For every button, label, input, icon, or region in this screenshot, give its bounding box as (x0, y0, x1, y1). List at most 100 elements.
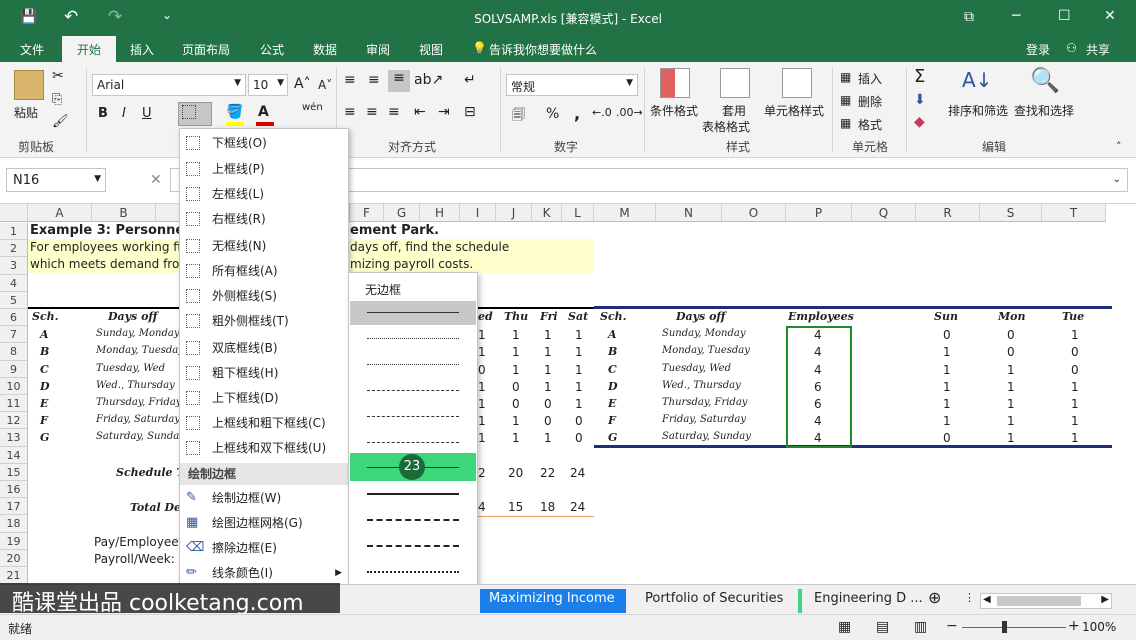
sun-cell[interactable]: 1 (943, 363, 951, 377)
clear-icon[interactable]: ◆ (914, 114, 925, 130)
cut-icon[interactable]: ✂ (52, 68, 64, 84)
normal-view-icon[interactable]: ▦ (838, 619, 851, 635)
left-wed-cell[interactable]: 1 (478, 414, 486, 428)
left-fri-cell[interactable]: 1 (544, 380, 552, 394)
orientation-icon[interactable]: ab↗ (414, 72, 443, 88)
column-header-a[interactable]: A (28, 204, 92, 222)
delete-cells-button[interactable]: 删除 (858, 93, 882, 110)
left-fri-cell[interactable]: 1 (544, 431, 552, 445)
sort-filter-icon[interactable]: A↓ (962, 68, 992, 92)
left-wed-cell[interactable]: 0 (478, 363, 486, 377)
row-header-3[interactable]: 3 (0, 257, 28, 275)
insert-cells-icon[interactable]: ▦ (840, 70, 851, 84)
schedule-total-cell[interactable]: 20 (508, 466, 523, 480)
menu-item-right-border[interactable]: 右框线(R) (180, 207, 348, 231)
line-style-hair[interactable] (367, 338, 459, 339)
tue-cell[interactable]: 1 (1071, 380, 1079, 394)
employees-cell[interactable]: 4 (814, 345, 822, 359)
schedule-total-cell[interactable]: 22 (540, 466, 555, 480)
find-select-icon[interactable]: 🔍 (1030, 66, 1060, 94)
column-header-k[interactable]: K (532, 204, 562, 222)
line-style-medium[interactable] (367, 493, 459, 495)
column-header-f[interactable]: F (350, 204, 384, 222)
left-fri-cell[interactable]: 0 (544, 414, 552, 428)
sun-cell[interactable]: 0 (943, 431, 951, 445)
left-wed-cell[interactable]: 1 (478, 345, 486, 359)
right-days-cell[interactable]: Tuesday, Wed (662, 363, 731, 374)
number-format-select[interactable]: 常规 ▼ (506, 74, 638, 96)
column-header-l[interactable]: L (562, 204, 594, 222)
font-name-select[interactable]: Arial ▼ (92, 74, 246, 96)
increase-decimal-icon[interactable]: ←.0 (592, 106, 612, 119)
increase-indent-icon[interactable]: ⇥ (438, 104, 450, 120)
left-sch-cell[interactable]: E (40, 397, 48, 410)
conditional-format-icon[interactable] (660, 68, 690, 98)
tue-cell[interactable]: 1 (1071, 431, 1079, 445)
column-header-o[interactable]: O (722, 204, 786, 222)
right-days-cell[interactable]: Thursday, Friday (662, 397, 747, 408)
fill-icon[interactable]: ⬇ (914, 92, 926, 108)
merge-center-icon[interactable]: ⊟ (464, 104, 476, 120)
italic-icon[interactable]: I (122, 106, 126, 121)
menu-item-top-double-bottom-border[interactable]: 上框线和双下框线(U) (180, 436, 348, 460)
left-fri-cell[interactable]: 1 (544, 363, 552, 377)
left-sat-cell[interactable]: 1 (575, 363, 583, 377)
row-header-20[interactable]: 20 (0, 549, 28, 567)
horizontal-scrollbar[interactable]: ◀ ▶ (980, 593, 1112, 609)
menu-item-double-bottom-border[interactable]: 双底框线(B) (180, 336, 348, 360)
tue-cell[interactable]: 0 (1071, 363, 1079, 377)
menu-item-bottom-border[interactable]: 下框线(O) (180, 131, 348, 155)
cell-styles-button[interactable]: 单元格样式 (764, 102, 824, 119)
mon-cell[interactable]: 0 (1007, 328, 1015, 342)
zoom-slider-track[interactable] (962, 627, 1066, 628)
autosum-icon[interactable]: Σ (914, 66, 925, 87)
zoom-slider-thumb[interactable] (1002, 621, 1007, 633)
mon-cell[interactable]: 1 (1007, 380, 1015, 394)
column-header-j[interactable]: J (496, 204, 532, 222)
line-style-medium-dashed[interactable] (367, 519, 459, 521)
right-days-cell[interactable]: Monday, Tuesday (662, 345, 750, 356)
sun-cell[interactable]: 0 (943, 328, 951, 342)
left-fri-cell[interactable]: 1 (544, 328, 552, 342)
left-thu-cell[interactable]: 1 (512, 345, 520, 359)
wrap-text-icon[interactable]: ↵ (464, 72, 476, 88)
employees-cell[interactable]: 4 (814, 363, 822, 377)
demand-total-cell[interactable]: 24 (570, 500, 585, 514)
collapse-ribbon-icon[interactable]: ˄ (1116, 140, 1122, 153)
bold-icon[interactable]: B (98, 106, 108, 121)
font-size-select[interactable]: 10 ▼ (248, 74, 288, 96)
left-sch-cell[interactable]: D (40, 380, 50, 393)
row-header-14[interactable]: 14 (0, 446, 28, 464)
maximize-icon[interactable]: ☐ (1058, 8, 1071, 24)
row-header-2[interactable]: 2 (0, 240, 28, 258)
line-style-dash-dot-dot[interactable] (367, 390, 459, 391)
row-header-6[interactable]: 6 (0, 309, 28, 327)
font-color-icon[interactable]: A (258, 104, 269, 120)
row-header-12[interactable]: 12 (0, 412, 28, 430)
menu-item-line-color[interactable]: ✏ 线条颜色(I) ▶ (180, 561, 348, 585)
right-sch-cell[interactable]: G (608, 431, 617, 444)
row-header-4[interactable]: 4 (0, 274, 28, 292)
sheet-tab-maximizing-income[interactable]: Maximizing Income (489, 591, 615, 606)
row-header-11[interactable]: 11 (0, 395, 28, 413)
decrease-font-icon[interactable]: A˅ (318, 78, 332, 92)
page-break-view-icon[interactable]: ▥ (914, 619, 927, 635)
tab-insert[interactable]: 插入 (130, 41, 154, 58)
expand-formula-icon[interactable]: ⌄ (1113, 174, 1121, 185)
accounting-format-icon[interactable]: 🗐 (512, 106, 525, 128)
sun-cell[interactable]: 1 (943, 397, 951, 411)
scroll-left-icon[interactable]: ◀ (983, 594, 991, 605)
left-wed-cell[interactable]: 1 (478, 380, 486, 394)
scroll-right-icon[interactable]: ▶ (1101, 594, 1109, 605)
borders-button[interactable] (178, 102, 212, 126)
sun-cell[interactable]: 1 (943, 380, 951, 394)
tab-home[interactable]: 开始 (62, 36, 116, 62)
sign-in-link[interactable]: 登录 (1026, 41, 1050, 58)
right-sch-cell[interactable]: D (608, 380, 618, 393)
row-header-21[interactable]: 21 (0, 567, 28, 584)
add-sheet-icon[interactable]: ⊕ (928, 588, 941, 607)
tab-file[interactable]: 文件 (20, 41, 44, 58)
row-header-7[interactable]: 7 (0, 326, 28, 344)
schedule-total-cell[interactable]: 2 (478, 466, 486, 480)
tab-view[interactable]: 视图 (419, 41, 443, 58)
